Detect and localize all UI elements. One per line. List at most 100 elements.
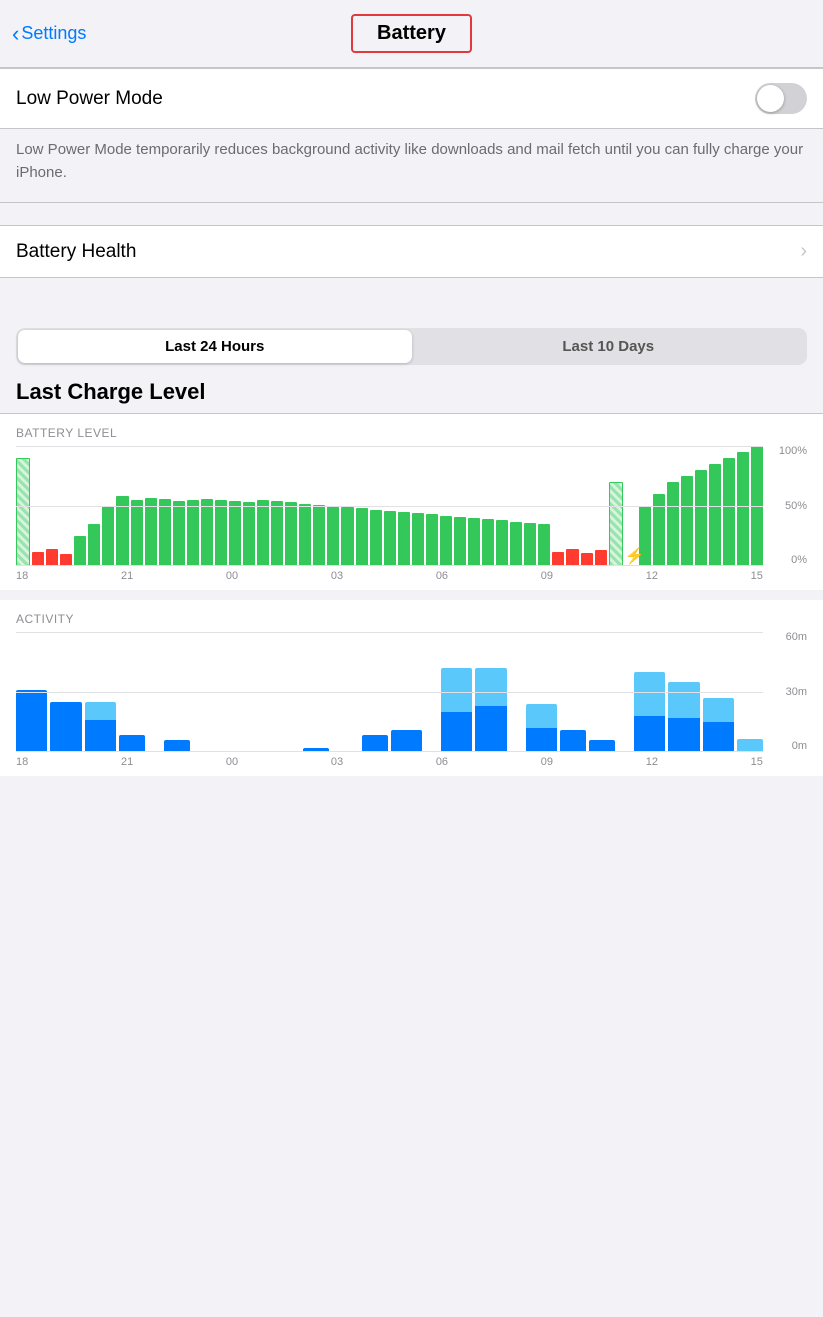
y-label-0: 0% [767, 555, 807, 566]
bar-charging-1 [16, 458, 30, 566]
bar-g-33 [524, 523, 536, 566]
bar-g-13 [243, 502, 255, 566]
act-bar-6 [362, 735, 388, 752]
bar-rise-4 [681, 476, 693, 566]
act-bar-9-dark [475, 706, 506, 752]
description-text: Low Power Mode temporarily reduces backg… [16, 139, 807, 184]
bar-g-26 [426, 514, 438, 566]
bar-g-25 [412, 513, 424, 566]
bar-g-34 [538, 524, 550, 566]
activity-x-labels: 18 21 00 03 06 09 12 15 [16, 756, 807, 768]
battery-health-label: Battery Health [16, 241, 136, 263]
back-label: Settings [21, 23, 86, 44]
bar-red-2 [46, 549, 58, 566]
low-power-mode-label: Low Power Mode [16, 88, 163, 110]
bar-g-15 [271, 501, 283, 566]
act-bar-2c [85, 720, 116, 752]
bar-rise-7 [723, 458, 735, 566]
act-bar-8-dark [441, 712, 472, 752]
bar-g-6 [145, 498, 157, 566]
bar-rise-2 [653, 494, 665, 566]
act-bar-9-light [475, 668, 506, 706]
bar-g-16 [285, 502, 297, 566]
bar-g-28 [454, 517, 466, 566]
segment-last-10-days[interactable]: Last 10 Days [412, 330, 806, 363]
bar-g-19 [327, 506, 339, 566]
act-bar-5 [303, 748, 329, 752]
x-label-15: 15 [751, 570, 763, 582]
toggle-knob [757, 85, 784, 112]
low-power-mode-section: Low Power Mode [0, 68, 823, 129]
bar-red-1 [32, 552, 44, 566]
act-y-label-30: 30m [767, 687, 807, 698]
x-label-00: 00 [226, 570, 238, 582]
chevron-right-icon: › [800, 240, 807, 263]
bar-g-18 [313, 505, 325, 566]
low-power-mode-toggle[interactable] [755, 83, 807, 114]
x-label-03: 03 [331, 570, 343, 582]
act-x-label-21: 21 [121, 756, 133, 768]
act-bar-13-light [634, 672, 665, 716]
bar-red-m2 [566, 549, 578, 566]
activity-bars [16, 632, 807, 752]
x-label-21: 21 [121, 570, 133, 582]
activity-y-labels: 60m 30m 0m [767, 632, 807, 752]
act-bar-14-dark [668, 718, 699, 752]
act-x-label-12: 12 [646, 756, 658, 768]
bar-charging-2 [609, 482, 623, 566]
battery-health-section[interactable]: Battery Health › [0, 225, 823, 278]
act-bar-3 [119, 735, 145, 752]
x-label-18: 18 [16, 570, 28, 582]
bar-g-12 [229, 501, 241, 566]
bar-g-21 [356, 508, 368, 566]
act-x-label-15: 15 [751, 756, 763, 768]
back-button[interactable]: ‹ Settings [12, 23, 86, 45]
nav-bar: ‹ Settings Battery [0, 0, 823, 68]
bar-red-m1 [552, 552, 564, 566]
battery-x-labels: 18 21 00 03 06 09 12 15 [16, 570, 807, 582]
last-charge-level-title: Last Charge Level [0, 365, 823, 413]
battery-y-labels: 100% 50% 0% [767, 446, 807, 566]
act-x-label-18: 18 [16, 756, 28, 768]
bar-g-11 [215, 500, 227, 566]
act-x-label-03: 03 [331, 756, 343, 768]
time-selector-section: Last 24 Hours Last 10 Days [0, 318, 823, 365]
act-bar-7 [391, 730, 422, 752]
act-bar-16 [737, 739, 763, 752]
bar-g-10 [201, 499, 213, 566]
segment-control[interactable]: Last 24 Hours Last 10 Days [16, 328, 807, 365]
bar-g-27 [440, 516, 452, 566]
lightning-icon: ⚡ [625, 546, 645, 566]
bar-rise-5 [695, 470, 707, 566]
act-bar-15-light [703, 698, 734, 722]
act-bar-10-dark [526, 728, 557, 752]
page-title: Battery [377, 22, 446, 44]
battery-health-row[interactable]: Battery Health › [0, 226, 823, 277]
act-x-label-09: 09 [541, 756, 553, 768]
act-bar-14-light [668, 682, 699, 718]
bar-g-8 [173, 501, 185, 566]
act-bar-12 [589, 740, 615, 752]
x-label-12: 12 [646, 570, 658, 582]
back-chevron-icon: ‹ [12, 23, 19, 45]
activity-label: ACTIVITY [16, 612, 807, 626]
bar-g-32 [510, 522, 522, 566]
bar-g-2 [88, 524, 100, 566]
battery-bars: ⚡ [16, 446, 807, 566]
bar-g-1 [74, 536, 86, 566]
low-power-mode-row: Low Power Mode [0, 69, 823, 128]
act-bar-2 [50, 702, 81, 752]
act-bar-13-dark [634, 716, 665, 752]
bar-rise-6 [709, 464, 721, 566]
bar-rise-8 [737, 452, 749, 566]
act-bar-4 [164, 740, 190, 752]
bar-rise-3 [667, 482, 679, 566]
segment-last-24-hours[interactable]: Last 24 Hours [18, 330, 412, 363]
bar-red-3 [60, 554, 72, 566]
bar-g-22 [370, 510, 382, 566]
bar-g-17 [299, 504, 311, 566]
x-label-09: 09 [541, 570, 553, 582]
bar-g-20 [341, 507, 353, 566]
bar-g-24 [398, 512, 410, 566]
bar-g-29 [468, 518, 480, 566]
